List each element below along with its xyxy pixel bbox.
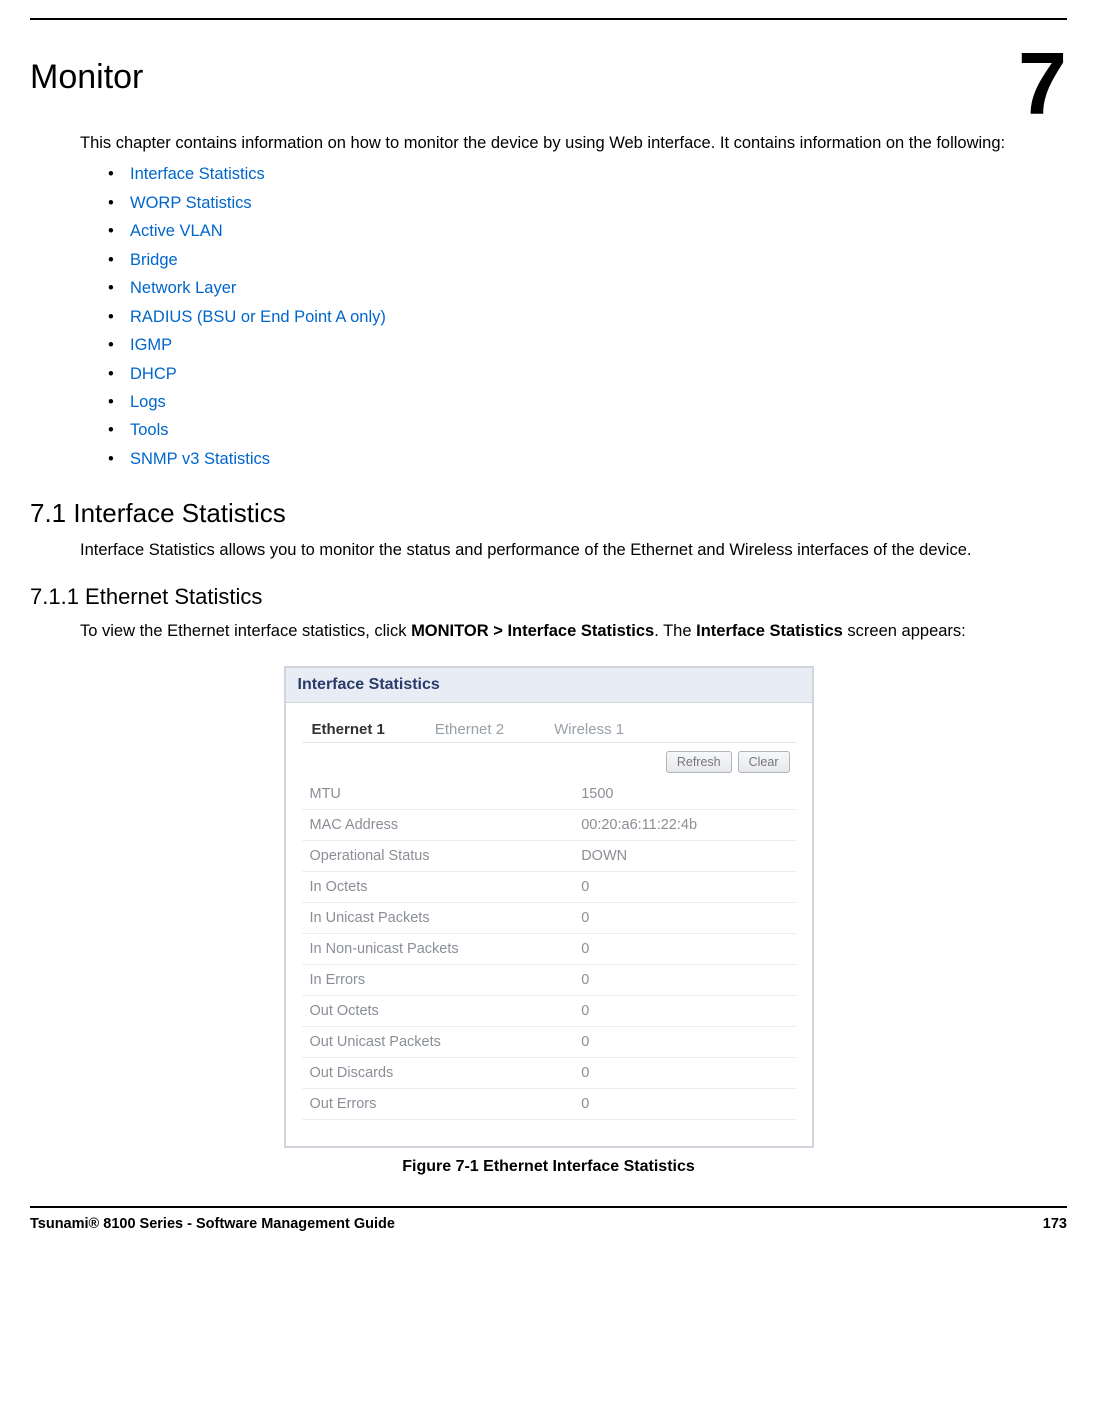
toc-link: RADIUS (BSU or End Point A only) xyxy=(130,308,386,326)
toc-link: SNMP v3 Statistics xyxy=(130,450,270,468)
interface-statistics-panel: Interface Statistics Ethernet 1 Ethernet… xyxy=(284,666,814,1148)
stat-label: In Octets xyxy=(302,871,574,902)
toc-item[interactable]: • IGMP xyxy=(108,335,1047,356)
stat-label: Out Discards xyxy=(302,1057,574,1088)
bullet-icon: • xyxy=(108,164,114,185)
bullet-icon: • xyxy=(108,364,114,385)
footer-page-number: 173 xyxy=(1043,1216,1067,1232)
section-heading-7-1-1: 7.1.1 Ethernet Statistics xyxy=(30,584,1067,610)
para-text: To view the Ethernet interface statistic… xyxy=(80,622,411,640)
bullet-icon: • xyxy=(108,307,114,328)
table-row: Out Unicast Packets0 xyxy=(302,1026,796,1057)
table-row: Out Octets0 xyxy=(302,995,796,1026)
stat-label: MTU xyxy=(302,779,574,810)
table-row: MAC Address00:20:a6:11:22:4b xyxy=(302,809,796,840)
stat-label: Out Octets xyxy=(302,995,574,1026)
para-text: . The xyxy=(654,622,696,640)
stat-label: In Errors xyxy=(302,964,574,995)
toc-item[interactable]: • RADIUS (BSU or End Point A only) xyxy=(108,307,1047,328)
toc-item[interactable]: • Bridge xyxy=(108,250,1047,271)
bullet-icon: • xyxy=(108,278,114,299)
button-row: Refresh Clear xyxy=(302,751,790,773)
table-row: Out Errors0 xyxy=(302,1088,796,1119)
stat-value: DOWN xyxy=(573,840,795,871)
stat-value: 0 xyxy=(573,1026,795,1057)
refresh-button[interactable]: Refresh xyxy=(666,751,732,773)
toc-item[interactable]: • DHCP xyxy=(108,364,1047,385)
chapter-number: 7 xyxy=(1018,40,1067,128)
table-row: In Errors0 xyxy=(302,964,796,995)
stat-value: 0 xyxy=(573,964,795,995)
toc-link: Network Layer xyxy=(130,279,236,297)
stat-value: 0 xyxy=(573,871,795,902)
toc-link: DHCP xyxy=(130,365,177,383)
statistics-table: MTU1500 MAC Address00:20:a6:11:22:4b Ope… xyxy=(302,779,796,1120)
stat-value: 0 xyxy=(573,1088,795,1119)
toc-item[interactable]: • Active VLAN xyxy=(108,221,1047,242)
clear-button[interactable]: Clear xyxy=(738,751,790,773)
intro-paragraph: This chapter contains information on how… xyxy=(80,133,1047,154)
toc-list: • Interface Statistics • WORP Statistics •… xyxy=(108,164,1047,470)
bullet-icon: • xyxy=(108,221,114,242)
bullet-icon: • xyxy=(108,193,114,214)
stat-value: 00:20:a6:11:22:4b xyxy=(573,809,795,840)
stat-label: In Non-unicast Packets xyxy=(302,933,574,964)
bullet-icon: • xyxy=(108,392,114,413)
table-row: In Unicast Packets0 xyxy=(302,902,796,933)
footer-left: Tsunami® 8100 Series - Software Manageme… xyxy=(30,1216,395,1232)
stat-label: Out Unicast Packets xyxy=(302,1026,574,1057)
stat-value: 0 xyxy=(573,902,795,933)
toc-item[interactable]: • Logs xyxy=(108,392,1047,413)
tab-ethernet-2[interactable]: Ethernet 2 xyxy=(435,721,504,738)
stat-label: MAC Address xyxy=(302,809,574,840)
para-bold: MONITOR > Interface Statistics xyxy=(411,622,654,640)
table-row: Out Discards0 xyxy=(302,1057,796,1088)
tabs-row: Ethernet 1 Ethernet 2 Wireless 1 xyxy=(302,713,796,743)
toc-link: Logs xyxy=(130,393,166,411)
stat-label: In Unicast Packets xyxy=(302,902,574,933)
toc-item[interactable]: • Interface Statistics xyxy=(108,164,1047,185)
figure-caption: Figure 7-1 Ethernet Interface Statistics xyxy=(30,1158,1067,1176)
tab-ethernet-1[interactable]: Ethernet 1 xyxy=(312,721,385,738)
toc-link: WORP Statistics xyxy=(130,194,252,212)
stat-value: 0 xyxy=(573,1057,795,1088)
bullet-icon: • xyxy=(108,335,114,356)
toc-link: Active VLAN xyxy=(130,222,223,240)
stat-value: 0 xyxy=(573,933,795,964)
toc-item[interactable]: • SNMP v3 Statistics xyxy=(108,449,1047,470)
toc-item[interactable]: • Tools xyxy=(108,420,1047,441)
table-row: MTU1500 xyxy=(302,779,796,810)
table-row: In Non-unicast Packets0 xyxy=(302,933,796,964)
chapter-title: Monitor xyxy=(30,58,1067,97)
toc-link: Tools xyxy=(130,421,169,439)
section-7-1-paragraph: Interface Statistics allows you to monit… xyxy=(80,539,1047,561)
para-bold: Interface Statistics xyxy=(696,622,843,640)
bullet-icon: • xyxy=(108,250,114,271)
stat-value: 1500 xyxy=(573,779,795,810)
section-heading-7-1: 7.1 Interface Statistics xyxy=(30,498,1067,529)
stat-label: Out Errors xyxy=(302,1088,574,1119)
bullet-icon: • xyxy=(108,420,114,441)
bullet-icon: • xyxy=(108,449,114,470)
para-text: screen appears: xyxy=(843,622,966,640)
toc-item[interactable]: • Network Layer xyxy=(108,278,1047,299)
toc-link: Interface Statistics xyxy=(130,165,265,183)
table-row: Operational StatusDOWN xyxy=(302,840,796,871)
tab-wireless-1[interactable]: Wireless 1 xyxy=(554,721,624,738)
stat-label: Operational Status xyxy=(302,840,574,871)
section-7-1-1-paragraph: To view the Ethernet interface statistic… xyxy=(80,620,1047,642)
panel-title: Interface Statistics xyxy=(286,668,812,703)
toc-link: IGMP xyxy=(130,336,172,354)
table-row: In Octets0 xyxy=(302,871,796,902)
stat-value: 0 xyxy=(573,995,795,1026)
toc-item[interactable]: • WORP Statistics xyxy=(108,193,1047,214)
top-rule xyxy=(30,18,1067,20)
toc-link: Bridge xyxy=(130,251,178,269)
page-footer: Tsunami® 8100 Series - Software Manageme… xyxy=(0,1208,1097,1250)
